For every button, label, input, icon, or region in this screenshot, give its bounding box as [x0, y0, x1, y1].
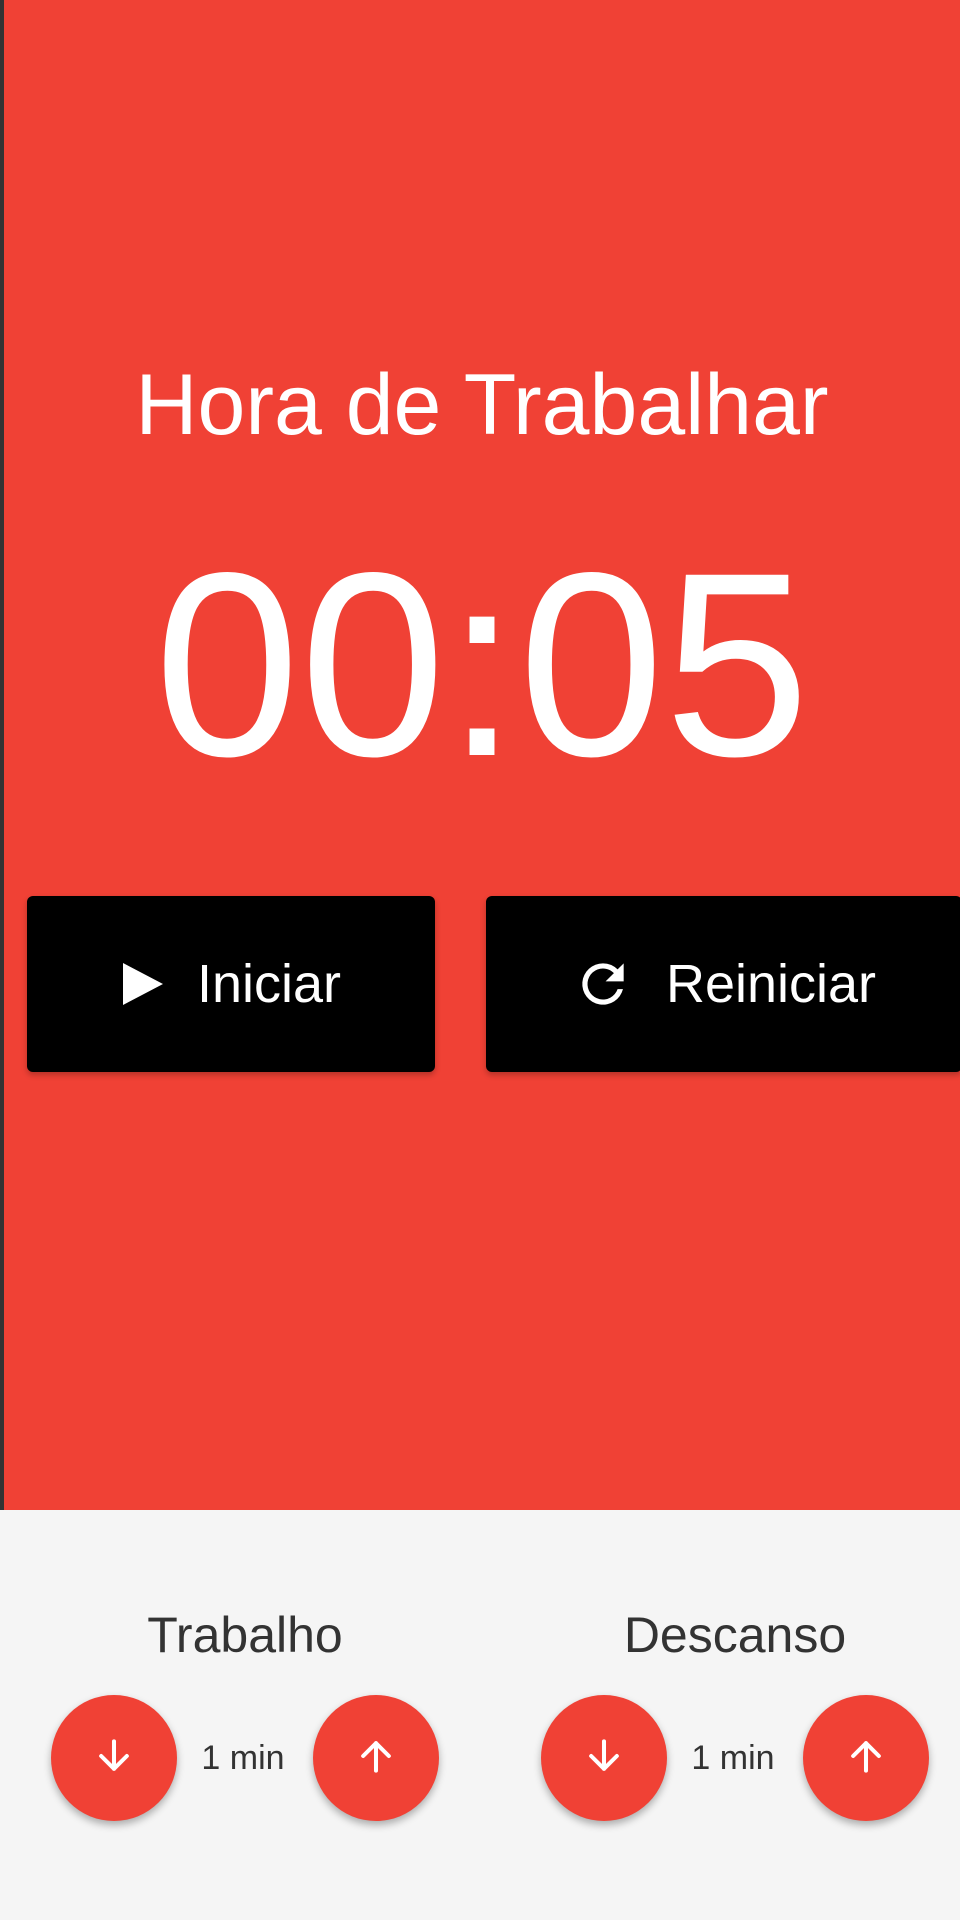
work-decrease-button[interactable] [51, 1695, 177, 1821]
work-duration-stepper: 1 min [45, 1695, 445, 1825]
time-display: 00:05 [154, 518, 810, 811]
work-duration-setting: Trabalho 1 min [45, 1605, 445, 1825]
work-duration-value: 1 min [201, 1739, 285, 1777]
work-duration-label: Trabalho [147, 1607, 343, 1663]
app-screen: Hora de Trabalhar 00:05 Iniciar Reinicia… [0, 0, 960, 1920]
start-button-label: Iniciar [196, 954, 342, 1014]
rest-decrease-button[interactable] [541, 1695, 667, 1821]
start-button[interactable]: Iniciar [27, 896, 435, 1072]
refresh-icon [572, 953, 634, 1015]
arrow-down-icon [92, 1734, 136, 1783]
mode-title: Hora de Trabalhar [135, 357, 829, 453]
settings-panel: Trabalho 1 min Descanso 1 min [0, 1510, 960, 1920]
reset-button[interactable]: Reiniciar [486, 896, 960, 1072]
arrow-up-icon [844, 1734, 888, 1783]
rest-increase-button[interactable] [803, 1695, 929, 1821]
arrow-up-icon [354, 1734, 398, 1783]
rest-duration-label: Descanso [623, 1607, 847, 1663]
timer-panel: Hora de Trabalhar 00:05 Iniciar Reinicia… [4, 0, 960, 1510]
rest-duration-value: 1 min [691, 1739, 775, 1777]
rest-duration-setting: Descanso 1 min [535, 1605, 935, 1825]
rest-duration-stepper: 1 min [535, 1695, 935, 1825]
reset-button-label: Reiniciar [665, 954, 877, 1014]
play-icon [121, 961, 165, 1007]
work-increase-button[interactable] [313, 1695, 439, 1821]
arrow-down-icon [582, 1734, 626, 1783]
